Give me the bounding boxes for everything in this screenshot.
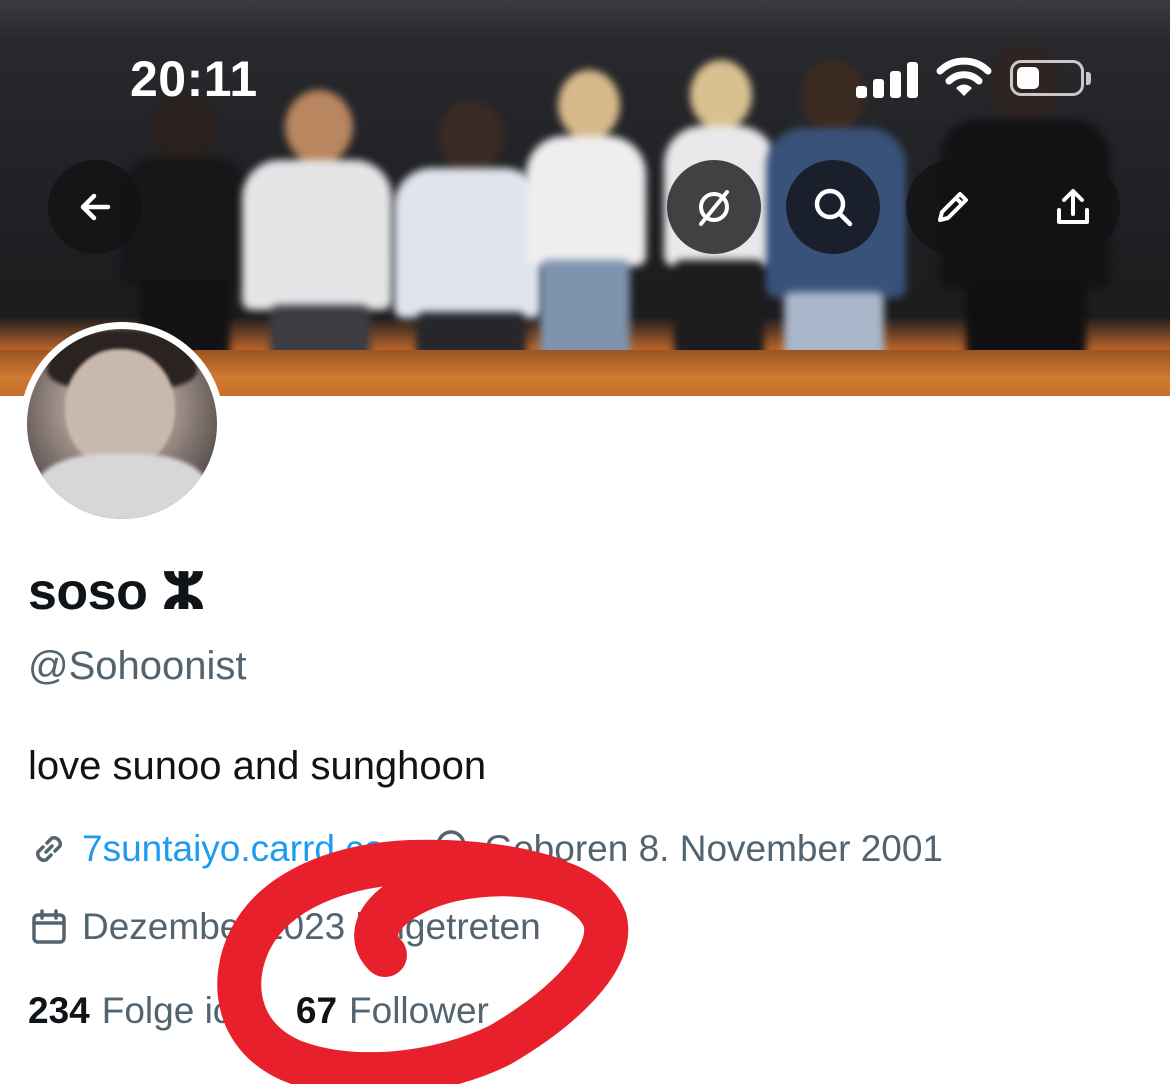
edit-icon — [938, 192, 968, 222]
birthday-text: Geboren 8. November 2001 — [484, 828, 943, 869]
link-icon — [36, 836, 62, 862]
following-link[interactable]: 234 Folge ich — [28, 990, 252, 1032]
follow-stats: 234 Folge ich 67 Follower — [28, 990, 489, 1032]
status-time: 20:11 — [130, 51, 258, 107]
wifi-icon — [936, 57, 992, 96]
joined-date-text: Dezember 2023 beigetreten — [82, 906, 541, 947]
translate-icon — [699, 190, 729, 226]
share-icon — [1057, 189, 1089, 224]
back-button[interactable] — [48, 160, 142, 254]
profile-bio: love sunoo and sunghoon — [28, 744, 487, 788]
avatar[interactable] — [20, 322, 224, 526]
search-button[interactable] — [786, 160, 880, 254]
avatar-image — [27, 329, 217, 519]
display-name: soso ⵣ — [28, 563, 206, 621]
joined-row: Dezember 2023 beigetreten — [28, 906, 541, 948]
cellular-signal-icon — [856, 60, 918, 98]
calendar-icon — [32, 909, 66, 944]
translate-button[interactable] — [667, 160, 761, 254]
followers-label: Follower — [349, 990, 489, 1031]
followers-count: 67 — [295, 990, 338, 1031]
battery-icon — [1010, 60, 1091, 96]
balloon-icon — [436, 830, 467, 866]
share-button[interactable] — [1026, 160, 1120, 254]
banner-ceiling — [0, 0, 1170, 36]
edit-button[interactable] — [906, 160, 1000, 254]
profile-website-link[interactable]: 7suntaiyo.carrd.co — [82, 828, 384, 870]
followers-link[interactable]: 67 Follower — [296, 990, 489, 1032]
arrow-left-icon — [80, 193, 111, 221]
following-label: Folge ich — [101, 990, 252, 1031]
banner-figure — [520, 70, 650, 396]
following-count: 234 — [28, 990, 90, 1031]
username-handle: @Sohoonist — [28, 644, 247, 688]
search-icon — [814, 188, 853, 227]
profile-meta-row: 7suntaiyo.carrd.co Geboren 8. November 2… — [28, 828, 943, 870]
status-icons — [852, 56, 1092, 102]
